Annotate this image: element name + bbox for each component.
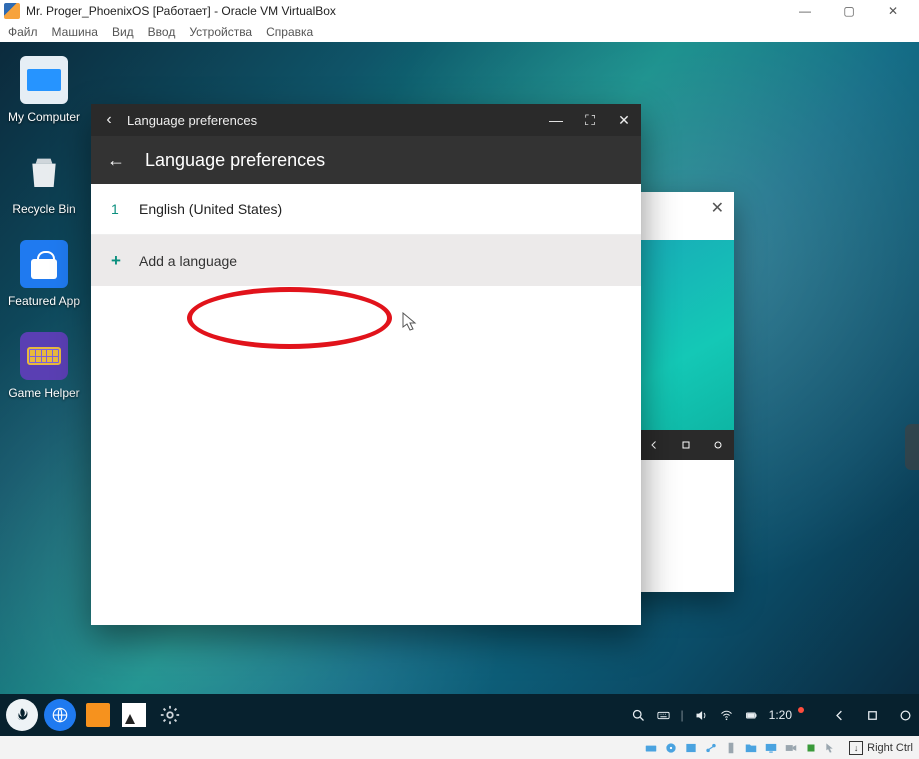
vb-close-button[interactable]: ✕ xyxy=(871,0,915,22)
desktop-icon-label: Game Helper xyxy=(4,386,84,400)
vb-menu-file[interactable]: Файл xyxy=(8,25,38,39)
nav-recents-icon[interactable] xyxy=(865,708,880,723)
shared-folder-icon[interactable] xyxy=(743,740,759,756)
vb-maximize-button[interactable]: ▢ xyxy=(827,0,871,22)
taskbar-files[interactable] xyxy=(82,699,114,731)
arrow-back-icon[interactable]: ← xyxy=(107,150,125,171)
language-row[interactable]: 1 English (United States) xyxy=(91,184,641,235)
host-key-indicator[interactable]: ↓ Right Ctrl xyxy=(849,741,913,755)
arrow-down-icon: ↓ xyxy=(849,741,863,755)
desktop-icon-label: My Computer xyxy=(4,110,84,124)
square-icon[interactable] xyxy=(680,439,692,451)
taskbar: | 1:20 xyxy=(0,694,919,736)
add-language-button[interactable]: + Add a language xyxy=(91,235,641,286)
taskbar-browser[interactable] xyxy=(44,699,76,731)
phoenix-logo-icon xyxy=(13,706,31,724)
tray-divider: | xyxy=(681,708,684,722)
vb-menu-machine[interactable]: Машина xyxy=(52,25,98,39)
battery-icon[interactable] xyxy=(744,708,759,723)
audio-icon[interactable] xyxy=(683,740,699,756)
language-index: 1 xyxy=(111,201,139,217)
language-label: English (United States) xyxy=(139,201,282,217)
annotation-circle xyxy=(187,287,392,349)
language-preferences-window: ‹ Language preferences — ⛶ ✕ ← Language … xyxy=(91,104,641,625)
recording-icon[interactable] xyxy=(783,740,799,756)
vb-menubar: Файл Машина Вид Ввод Устройства Справка xyxy=(0,22,919,42)
host-key-label: Right Ctrl xyxy=(867,742,913,754)
trash-icon xyxy=(24,152,64,192)
globe-icon xyxy=(51,706,69,724)
vb-menu-help[interactable]: Справка xyxy=(266,25,313,39)
optical-icon[interactable] xyxy=(663,740,679,756)
window-titlebar[interactable]: ‹ Language preferences — ⛶ ✕ xyxy=(91,104,641,136)
add-language-label: Add a language xyxy=(139,253,237,269)
desktop-icon-my-computer[interactable]: My Computer xyxy=(4,56,84,124)
minimize-button[interactable]: — xyxy=(539,112,573,128)
vb-menu-input[interactable]: Ввод xyxy=(148,25,176,39)
mouse-integration-icon[interactable] xyxy=(823,740,839,756)
network-icon[interactable] xyxy=(703,740,719,756)
wifi-icon[interactable] xyxy=(719,708,734,723)
desktop-icon-label: Featured App xyxy=(4,294,84,308)
usb-icon[interactable] xyxy=(723,740,739,756)
close-icon[interactable]: ✕ xyxy=(711,198,724,218)
keyboard-icon[interactable] xyxy=(656,708,671,723)
circle-icon[interactable] xyxy=(712,439,724,451)
back-icon[interactable] xyxy=(648,439,660,451)
vb-titlebar: Mr. Proger_PhoenixOS [Работает] - Oracle… xyxy=(0,0,919,22)
notification-dot xyxy=(798,707,804,713)
nav-home-icon[interactable] xyxy=(898,708,913,723)
vb-title: Mr. Proger_PhoenixOS [Работает] - Oracle… xyxy=(26,4,336,18)
virtualbox-icon xyxy=(4,3,20,19)
desktop-icon-label: Recycle Bin xyxy=(4,202,84,216)
window-header: ← Language preferences xyxy=(91,136,641,184)
fullscreen-button[interactable]: ⛶ xyxy=(573,112,607,129)
guest-display: My Computer Recycle Bin Featured App Gam… xyxy=(0,42,919,736)
taskbar-gallery[interactable] xyxy=(118,699,150,731)
taskbar-settings[interactable] xyxy=(154,699,186,731)
gear-icon xyxy=(159,704,181,726)
cpu-icon[interactable] xyxy=(803,740,819,756)
volume-icon[interactable] xyxy=(694,708,709,723)
start-button[interactable] xyxy=(6,699,38,731)
close-button[interactable]: ✕ xyxy=(607,112,641,129)
hdd-icon[interactable] xyxy=(643,740,659,756)
window-title: Language preferences xyxy=(127,113,257,128)
desktop-icon-featured-app[interactable]: Featured App xyxy=(4,240,84,308)
display-icon[interactable] xyxy=(763,740,779,756)
language-list: 1 English (United States) + Add a langua… xyxy=(91,184,641,286)
vb-statusbar: ↓ Right Ctrl xyxy=(0,736,919,759)
back-icon[interactable]: ‹ xyxy=(91,111,127,129)
nav-back-icon[interactable] xyxy=(832,708,847,723)
search-icon[interactable] xyxy=(631,708,646,723)
vb-menu-view[interactable]: Вид xyxy=(112,25,134,39)
mouse-cursor xyxy=(402,312,418,337)
desktop-icon-recycle-bin[interactable]: Recycle Bin xyxy=(4,148,84,216)
plus-icon: + xyxy=(111,251,139,271)
vb-minimize-button[interactable]: — xyxy=(783,0,827,22)
system-tray: | 1:20 xyxy=(631,708,913,723)
popup-navbar xyxy=(638,430,734,460)
header-title: Language preferences xyxy=(145,150,325,171)
vb-menu-devices[interactable]: Устройства xyxy=(189,25,252,39)
clock[interactable]: 1:20 xyxy=(769,708,792,722)
side-tab-handle[interactable] xyxy=(905,424,919,470)
desktop-icon-game-helper[interactable]: Game Helper xyxy=(4,332,84,400)
